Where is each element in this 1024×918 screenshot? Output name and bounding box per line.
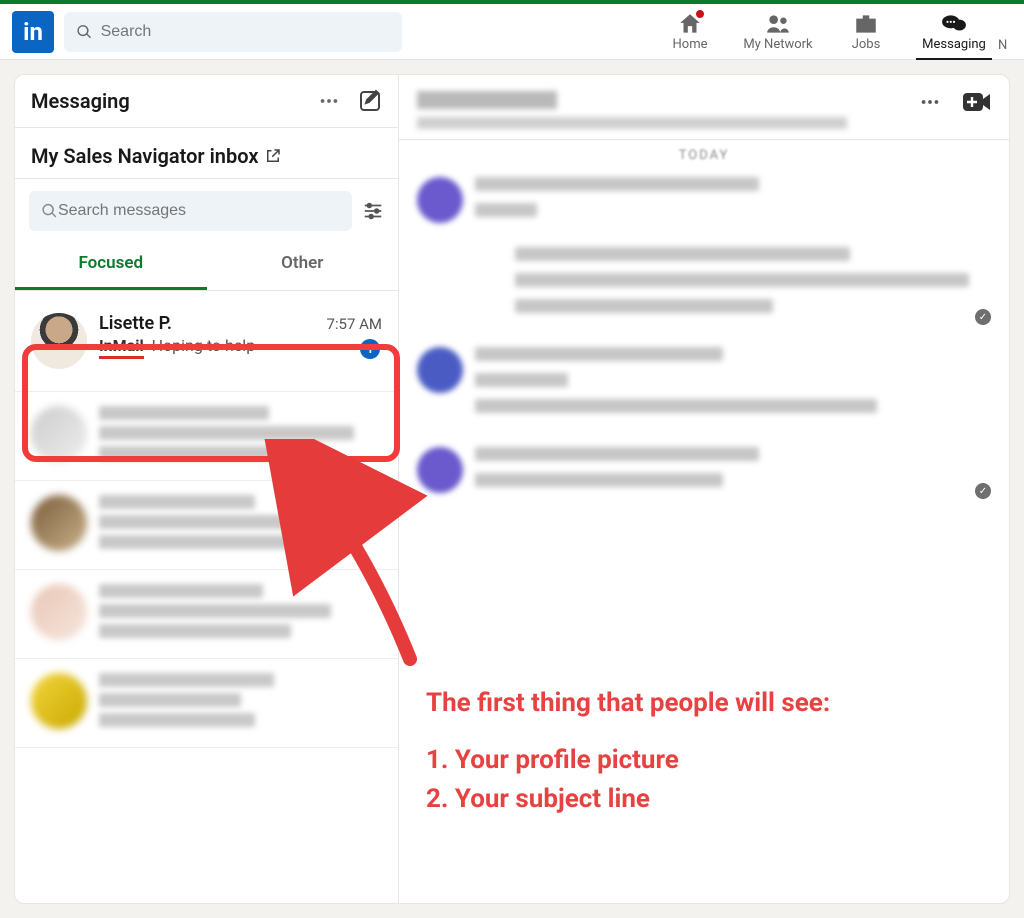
nav-items: Home My Network Jobs Messaging N: [646, 4, 1012, 60]
message-item[interactable]: [15, 570, 398, 659]
main-area: Messaging My Sales Navigator inbox: [0, 60, 1024, 918]
avatar: [417, 177, 463, 223]
nav-messaging[interactable]: Messaging: [910, 4, 998, 60]
message-search-input[interactable]: [58, 202, 340, 220]
inbox-tabs: Focused Other: [15, 239, 398, 291]
global-search-input[interactable]: [101, 23, 390, 41]
notification-badge: [694, 8, 706, 20]
date-separator: TODAY: [399, 140, 1009, 167]
avatar: [31, 406, 87, 462]
conversation-more-button[interactable]: [919, 91, 941, 113]
avatar: [31, 495, 87, 551]
tab-focused[interactable]: Focused: [15, 239, 207, 290]
read-receipt-icon: ✓: [975, 309, 991, 325]
message-list: Lisette P. 7:57 AM InMail Hoping to help…: [15, 291, 398, 748]
conversation-pane: TODAY ✓: [398, 74, 1010, 904]
briefcase-icon: [853, 11, 879, 37]
message-item[interactable]: Lisette P. 7:57 AM InMail Hoping to help…: [15, 291, 398, 392]
conversation-message: [417, 347, 991, 425]
sidebar-title: Messaging: [31, 89, 130, 113]
avatar: [31, 673, 87, 729]
nav-home[interactable]: Home: [646, 4, 734, 60]
search-icon: [41, 202, 58, 220]
filter-icon: [362, 200, 384, 222]
message-subject: Hoping to help: [152, 336, 256, 355]
ellipsis-icon: [919, 91, 941, 113]
message-item[interactable]: [15, 481, 398, 570]
top-nav: in Home My Network Jobs Messaging N: [0, 4, 1024, 60]
video-call-button[interactable]: [963, 91, 991, 113]
avatar: [417, 447, 463, 493]
nav-label: My Network: [743, 37, 812, 52]
video-plus-icon: [963, 91, 991, 113]
sidebar-header: Messaging: [15, 75, 398, 128]
nav-cutoff: N: [998, 4, 1012, 53]
conversation-message: ✓: [417, 447, 991, 499]
message-preview: InMail Hoping to help: [99, 336, 382, 357]
nav-label: Messaging: [922, 37, 986, 52]
nav-label: Jobs: [852, 37, 881, 52]
linkedin-logo[interactable]: in: [12, 11, 54, 53]
compose-icon: [358, 89, 382, 113]
nav-label: Home: [673, 37, 708, 52]
people-icon: [765, 11, 791, 37]
ellipsis-icon: [318, 90, 340, 112]
unread-badge: 1: [360, 339, 380, 359]
conversation-header: [399, 75, 1009, 140]
sales-navigator-label: My Sales Navigator inbox: [31, 144, 258, 168]
compose-button[interactable]: [358, 89, 382, 113]
message-item[interactable]: [15, 392, 398, 481]
conversation-subtitle: [417, 117, 847, 129]
inmail-badge: InMail: [99, 336, 144, 359]
nav-network[interactable]: My Network: [734, 4, 822, 60]
conversation-body: ✓ ✓: [399, 167, 1009, 531]
message-item[interactable]: [15, 659, 398, 748]
avatar: [417, 347, 463, 393]
message-search[interactable]: [29, 191, 352, 231]
sales-navigator-link[interactable]: My Sales Navigator inbox: [15, 128, 398, 179]
global-search[interactable]: [64, 12, 402, 52]
nav-jobs[interactable]: Jobs: [822, 4, 910, 60]
message-time: 7:57 AM: [326, 315, 382, 333]
search-icon: [76, 23, 93, 41]
avatar: [31, 584, 87, 640]
filter-button[interactable]: [362, 200, 384, 222]
messaging-sidebar: Messaging My Sales Navigator inbox: [14, 74, 398, 904]
conversation-name: [417, 91, 557, 109]
external-link-icon: [264, 147, 282, 165]
more-options-button[interactable]: [318, 90, 340, 112]
read-receipt-icon: ✓: [975, 483, 991, 499]
tab-other[interactable]: Other: [207, 239, 399, 290]
conversation-message: ✓: [417, 177, 991, 325]
avatar: [31, 313, 87, 369]
messaging-icon: [941, 11, 967, 37]
sender-name: Lisette P.: [99, 313, 172, 334]
